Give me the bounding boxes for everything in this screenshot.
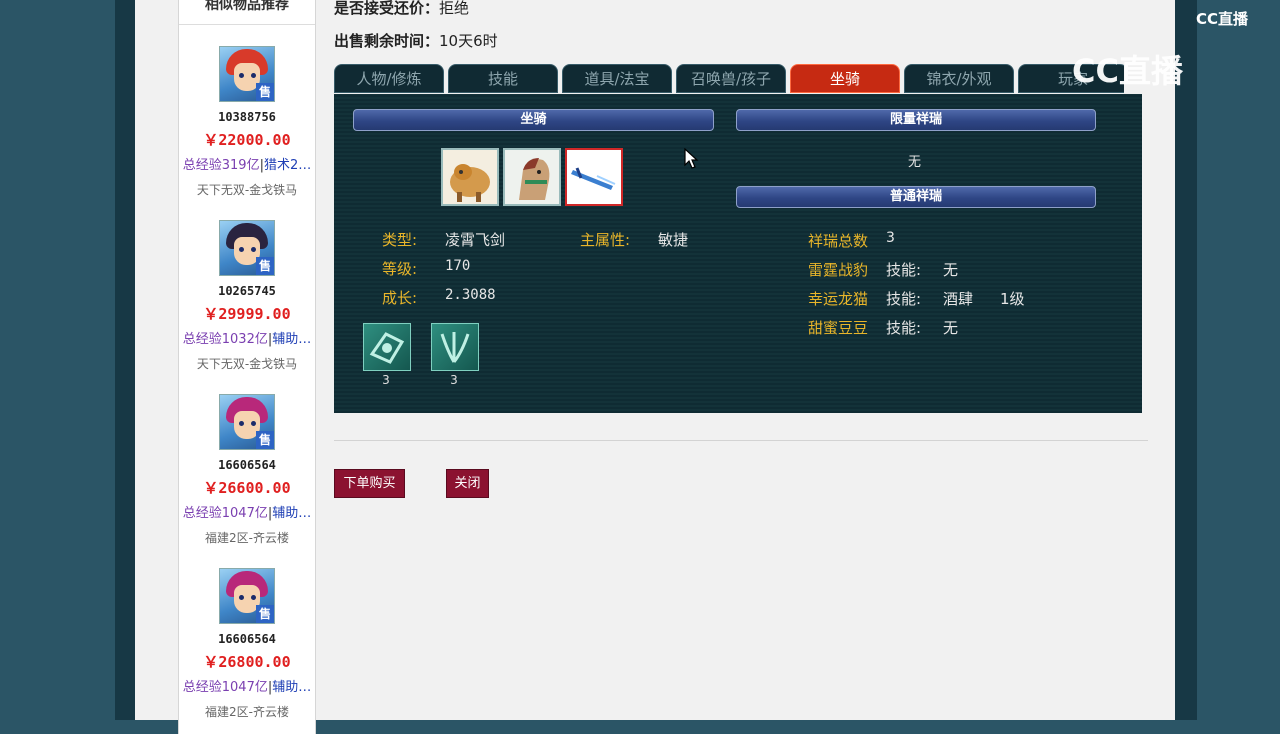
item-id: 16606564 bbox=[218, 458, 276, 472]
cc-live-watermark-large: CC直播 bbox=[1072, 52, 1183, 90]
similar-item-card[interactable]: 售 16606564 ￥26800.00 总经验1047亿|辅助… 福建2区-齐… bbox=[179, 568, 315, 720]
limited-xiangrui-value: 无 bbox=[908, 155, 922, 170]
right-edge bbox=[1175, 0, 1197, 720]
item-extra: 辅助… bbox=[272, 506, 312, 521]
remaining-time-label: 出售剩余时间： bbox=[334, 32, 440, 50]
item-exp: 总经验1032亿 bbox=[182, 332, 268, 347]
xiangrui-name: 雷霆战豹 bbox=[808, 261, 869, 279]
for-sale-tag: 售 bbox=[256, 605, 274, 623]
xiangrui-skill-value: 无 bbox=[943, 261, 959, 279]
mount-skill-icon[interactable] bbox=[363, 323, 411, 371]
similar-item-card[interactable]: 售 10265745 ￥29999.00 总经验1032亿|辅助… 天下无双-金… bbox=[179, 220, 315, 372]
type-value: 凌霄飞剑 bbox=[445, 231, 506, 249]
detail-tabs: 人物/修炼 技能 道具/法宝 召唤兽/孩子 坐骑 锦衣/外观 玩家 bbox=[334, 64, 1124, 94]
item-stats: 总经验319亿|猎术2… bbox=[182, 158, 312, 173]
level-label: 等级: bbox=[382, 260, 418, 278]
item-price: ￥29999.00 bbox=[203, 305, 291, 323]
divider bbox=[334, 440, 1148, 441]
xiangrui-name: 甜蜜豆豆 bbox=[808, 319, 869, 337]
close-button[interactable]: 关闭 bbox=[446, 469, 489, 498]
mount-panel: 坐骑 限量祥瑞 无 普通祥瑞 类型: 凌霄飞剑 主属性: 敏捷 等级: 170 … bbox=[334, 94, 1142, 413]
remaining-time-value: 10天6时 bbox=[439, 32, 498, 50]
similar-item-card[interactable]: 售 16606564 ￥26600.00 总经验1047亿|辅助… 福建2区-齐… bbox=[179, 394, 315, 546]
item-price: ￥22000.00 bbox=[203, 131, 291, 149]
mount-thumbnail-selected[interactable] bbox=[565, 148, 623, 206]
limited-xiangrui-header: 限量祥瑞 bbox=[736, 109, 1096, 131]
item-exp: 总经验1047亿 bbox=[182, 506, 268, 521]
main-attribute-label: 主属性: bbox=[580, 231, 631, 249]
xiangrui-name: 幸运龙猫 bbox=[808, 290, 869, 308]
item-price: ￥26600.00 bbox=[203, 479, 291, 497]
horse-mount-icon bbox=[505, 150, 559, 204]
normal-xiangrui-header: 普通祥瑞 bbox=[736, 186, 1096, 208]
item-exp: 总经验319亿 bbox=[182, 158, 260, 173]
item-server: 天下无双-金戈铁马 bbox=[196, 183, 298, 197]
item-server: 天下无双-金戈铁马 bbox=[196, 357, 298, 371]
mount-skill-count: 3 bbox=[450, 373, 458, 387]
bargain-info: 是否接受还价：拒绝 bbox=[334, 0, 469, 18]
type-label: 类型: bbox=[382, 231, 418, 249]
buy-button[interactable]: 下单购买 bbox=[334, 469, 405, 498]
main-attribute-value: 敏捷 bbox=[658, 231, 689, 249]
tab-appearance[interactable]: 锦衣/外观 bbox=[904, 64, 1014, 93]
cc-live-watermark-small: CC直播 bbox=[1196, 10, 1249, 28]
xiangrui-skill-level: 1级 bbox=[1000, 290, 1025, 308]
growth-label: 成长: bbox=[382, 289, 418, 307]
for-sale-tag: 售 bbox=[256, 257, 274, 275]
sidebar-title: 相似物品推荐 bbox=[179, 0, 315, 25]
level-value: 170 bbox=[445, 258, 471, 274]
xiangrui-skill-label: 技能: bbox=[886, 261, 922, 279]
bargain-label: 是否接受还价： bbox=[334, 0, 440, 17]
xiangrui-skill-value: 酒肆 bbox=[943, 290, 974, 308]
similar-items-sidebar: 相似物品推荐 售 10388756 ￥22000.00 总经验319亿|猎术2…… bbox=[178, 0, 316, 734]
for-sale-tag: 售 bbox=[256, 83, 274, 101]
item-id: 16606564 bbox=[218, 632, 276, 646]
growth-value: 2.3088 bbox=[445, 287, 496, 303]
item-price: ￥26800.00 bbox=[203, 653, 291, 671]
item-avatar[interactable]: 售 bbox=[219, 46, 275, 102]
item-exp: 总经验1047亿 bbox=[182, 680, 268, 695]
mount-thumbnail[interactable] bbox=[441, 148, 499, 206]
sheep-mount-icon bbox=[443, 150, 497, 204]
item-stats: 总经验1032亿|辅助… bbox=[182, 332, 312, 347]
item-id: 10265745 bbox=[218, 284, 276, 298]
xiangrui-skill-label: 技能: bbox=[886, 290, 922, 308]
xiangrui-skill-value: 无 bbox=[943, 319, 959, 337]
tab-summons[interactable]: 召唤兽/孩子 bbox=[676, 64, 786, 93]
mount-skill-count: 3 bbox=[382, 373, 390, 387]
item-id: 10388756 bbox=[218, 110, 276, 124]
item-extra: 辅助… bbox=[272, 680, 312, 695]
remaining-time-info: 出售剩余时间：10天6时 bbox=[334, 30, 498, 51]
similar-item-card[interactable]: 售 10388756 ￥22000.00 总经验319亿|猎术2… 天下无双-金… bbox=[179, 46, 315, 198]
tab-skills[interactable]: 技能 bbox=[448, 64, 558, 93]
skill-emblem-icon bbox=[369, 332, 405, 364]
item-stats: 总经验1047亿|辅助… bbox=[182, 680, 312, 695]
item-extra: 辅助… bbox=[272, 332, 312, 347]
mount-thumbnail[interactable] bbox=[503, 148, 561, 206]
item-avatar[interactable]: 售 bbox=[219, 394, 275, 450]
flying-sword-mount-icon bbox=[567, 150, 621, 204]
tab-character[interactable]: 人物/修炼 bbox=[334, 64, 444, 93]
skill-claw-icon bbox=[440, 332, 470, 363]
xiangrui-skill-label: 技能: bbox=[886, 319, 922, 337]
left-edge bbox=[115, 0, 135, 720]
xiangrui-total-label: 祥瑞总数 bbox=[808, 232, 869, 250]
mouse-cursor-icon bbox=[684, 148, 699, 169]
item-extra: 猎术2… bbox=[263, 158, 312, 173]
mount-header: 坐骑 bbox=[353, 109, 714, 131]
tab-items[interactable]: 道具/法宝 bbox=[562, 64, 672, 93]
for-sale-tag: 售 bbox=[256, 431, 274, 449]
item-avatar[interactable]: 售 bbox=[219, 220, 275, 276]
tab-mounts[interactable]: 坐骑 bbox=[790, 64, 900, 93]
item-avatar[interactable]: 售 bbox=[219, 568, 275, 624]
mount-skill-icon[interactable] bbox=[431, 323, 479, 371]
xiangrui-total-value: 3 bbox=[886, 230, 895, 246]
bargain-value: 拒绝 bbox=[439, 0, 470, 17]
item-stats: 总经验1047亿|辅助… bbox=[182, 506, 312, 521]
item-server: 福建2区-齐云楼 bbox=[205, 531, 289, 545]
item-server: 福建2区-齐云楼 bbox=[205, 705, 289, 719]
